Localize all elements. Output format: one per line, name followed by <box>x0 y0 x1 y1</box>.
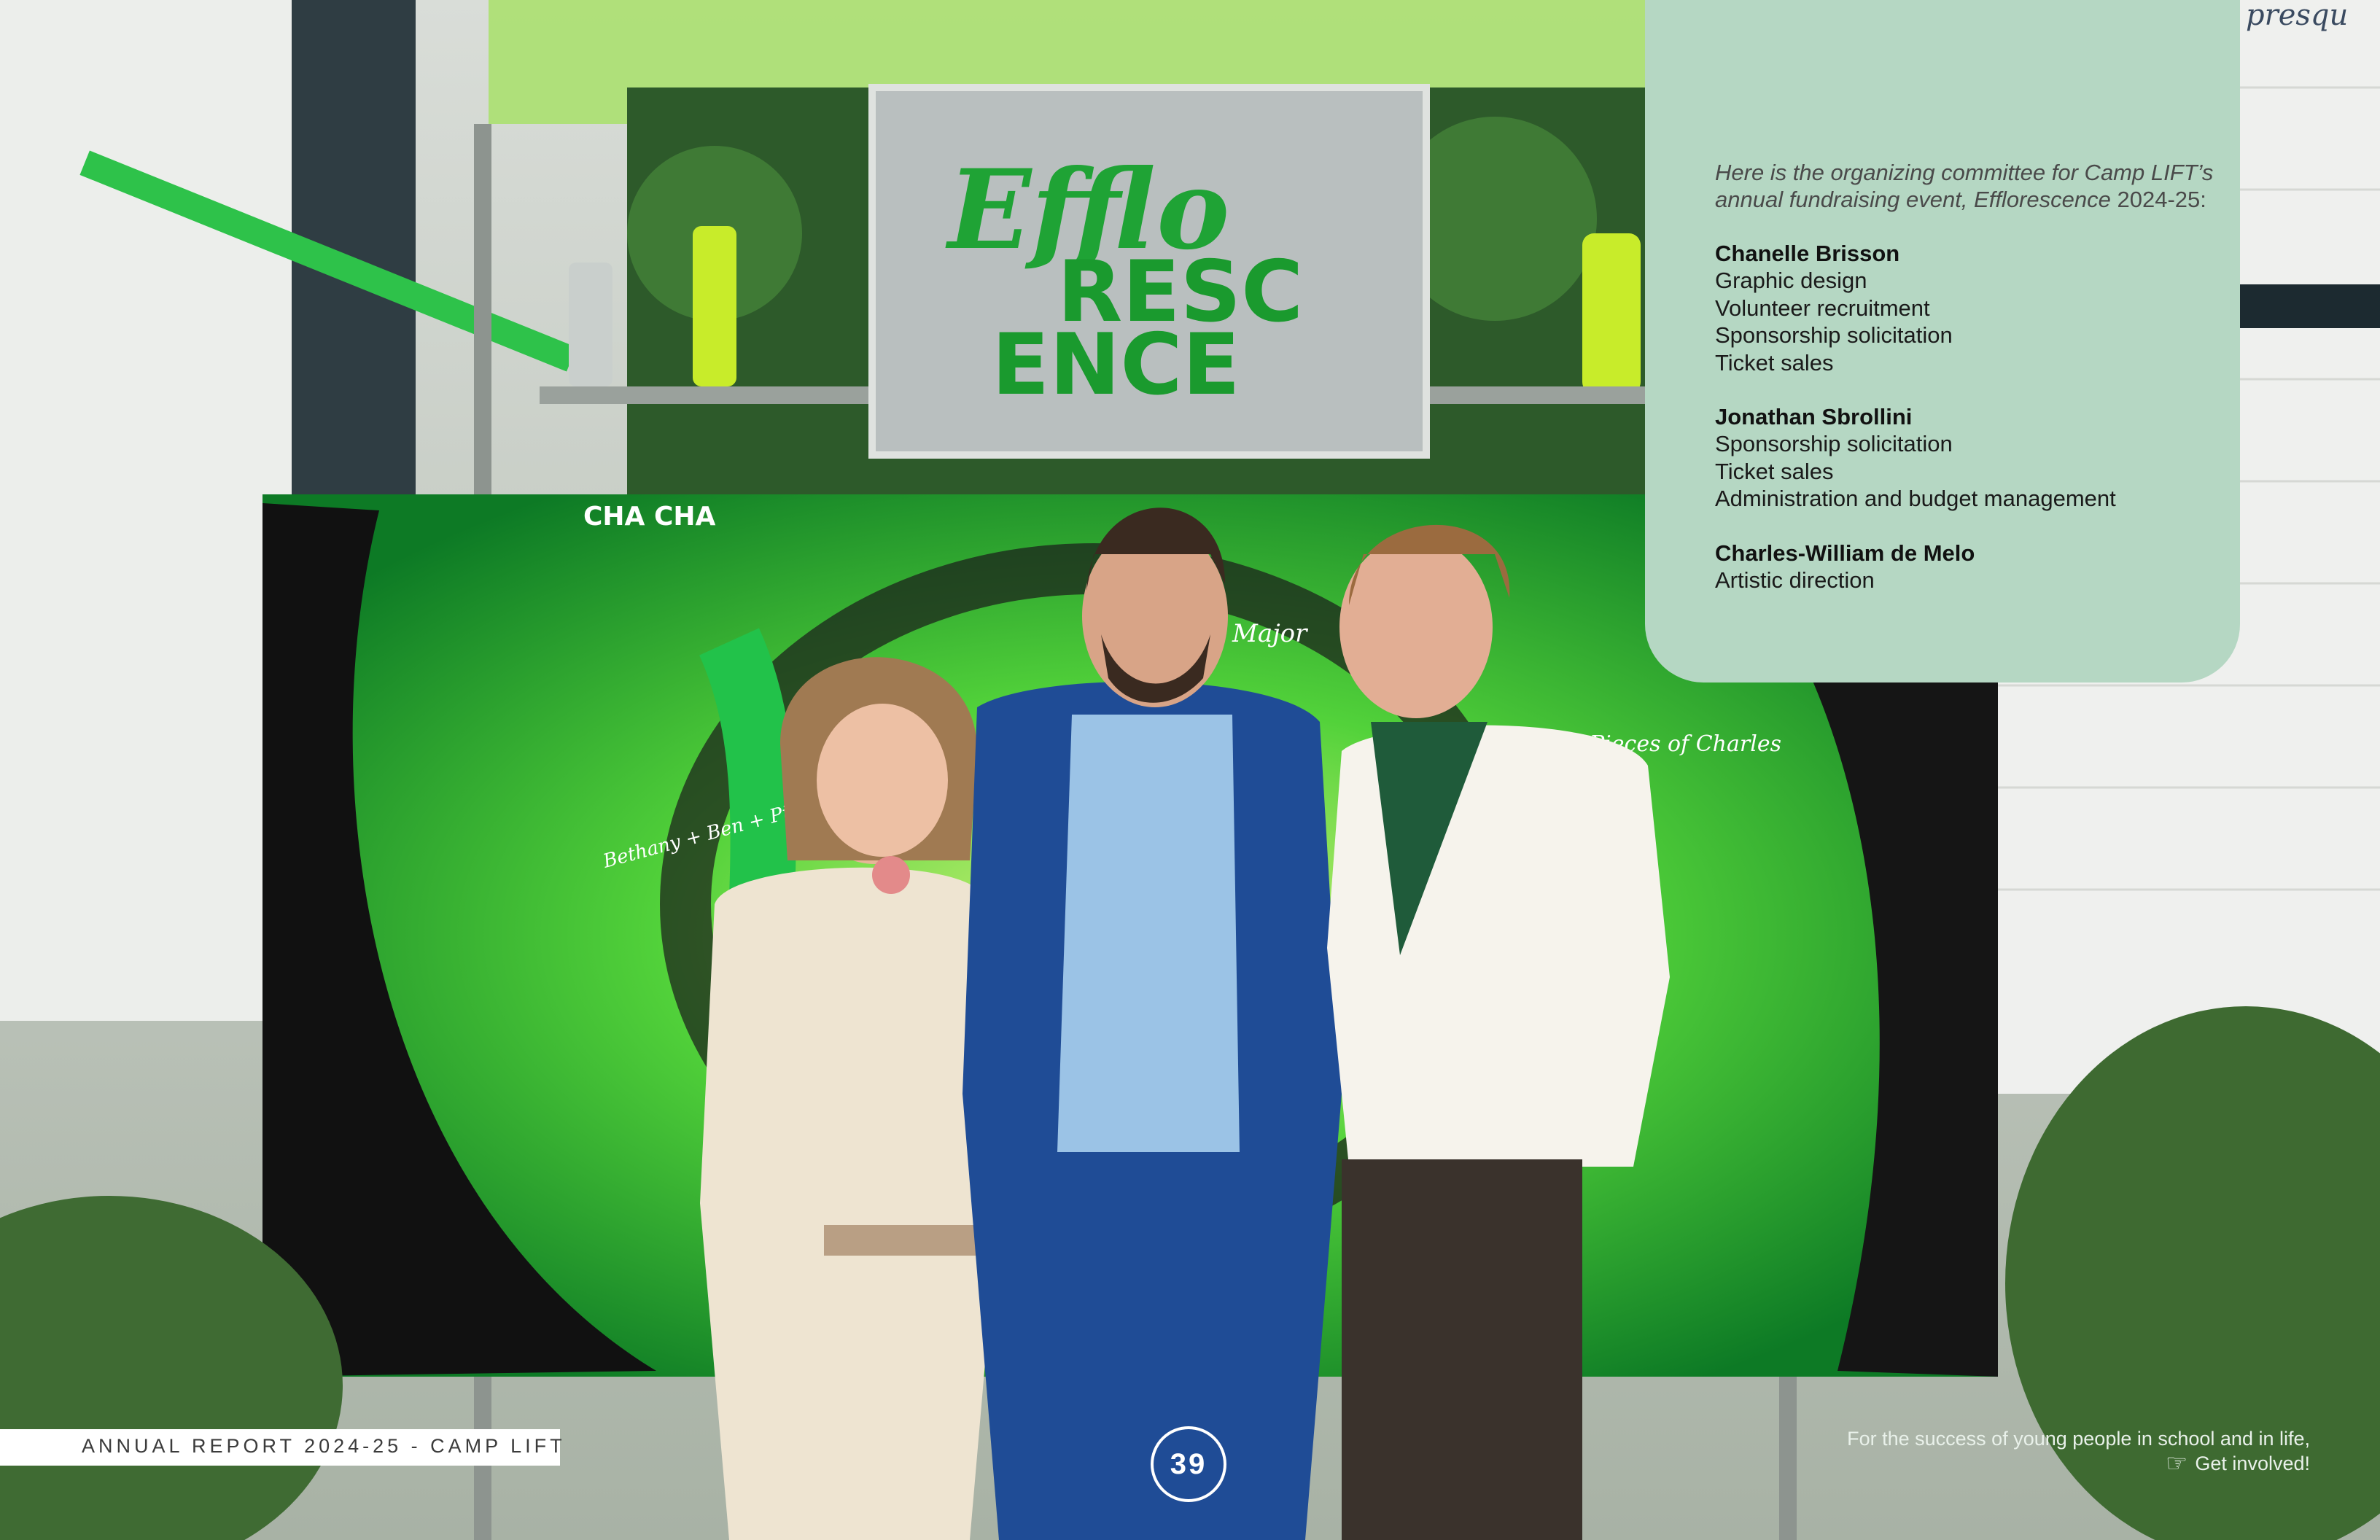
tagline-text: For the success of young people in schoo… <box>1847 1428 2310 1450</box>
member-role: Sponsorship solicitation <box>1715 322 1953 348</box>
member-role: Volunteer recruitment <box>1715 295 1930 321</box>
sign-line-3: ENCE <box>992 316 1240 414</box>
mural-tag-major: Major <box>1232 619 1308 648</box>
mural-tag-chacha: CHA CHA <box>583 502 715 532</box>
member-jonathan: Jonathan Sbrollini Sponsorship solicitat… <box>1715 403 2225 513</box>
member-name: Jonathan Sbrollini <box>1715 404 1913 429</box>
member-role: Administration and budget management <box>1715 486 2116 511</box>
member-role: Graphic design <box>1715 268 1867 293</box>
member-role: Sponsorship solicitation <box>1715 431 1953 456</box>
pole-right <box>1779 1371 1797 1540</box>
get-involved-link[interactable]: ☞ Get involved! <box>1847 1451 2310 1476</box>
get-involved-label: Get involved! <box>2195 1452 2310 1474</box>
wall-text: presqu <box>2246 0 2348 32</box>
left-white-wall <box>0 0 306 1021</box>
thermos <box>569 262 612 386</box>
intro-year: 2024-25: <box>2117 187 2206 212</box>
member-name: Charles-William de Melo <box>1715 540 1975 566</box>
rose-choker <box>872 856 910 894</box>
member-charles-william: Charles-William de Melo Artistic directi… <box>1715 540 2225 594</box>
member-name: Chanelle Brisson <box>1715 241 1900 266</box>
member-role: Artistic direction <box>1715 567 1875 593</box>
footer-tagline: For the success of young people in schoo… <box>1847 1426 2310 1476</box>
report-title: ANNUAL REPORT 2024-25 - CAMP LIFT <box>82 1435 566 1457</box>
pointing-hand-icon: ☞ <box>2165 1450 2188 1477</box>
page-number: 39 <box>1151 1426 1226 1502</box>
committee-intro: Here is the organizing committee for Cam… <box>1715 159 2225 213</box>
member-role: Ticket sales <box>1715 349 1834 376</box>
member-chanelle: Chanelle Brisson Graphic design Voluntee… <box>1715 240 2225 376</box>
committee-panel: Here is the organizing committee for Cam… <box>1645 0 2240 682</box>
spray-bottle-right <box>1582 233 1641 394</box>
spray-bottle <box>693 226 736 386</box>
member-role: Ticket sales <box>1715 458 1834 484</box>
